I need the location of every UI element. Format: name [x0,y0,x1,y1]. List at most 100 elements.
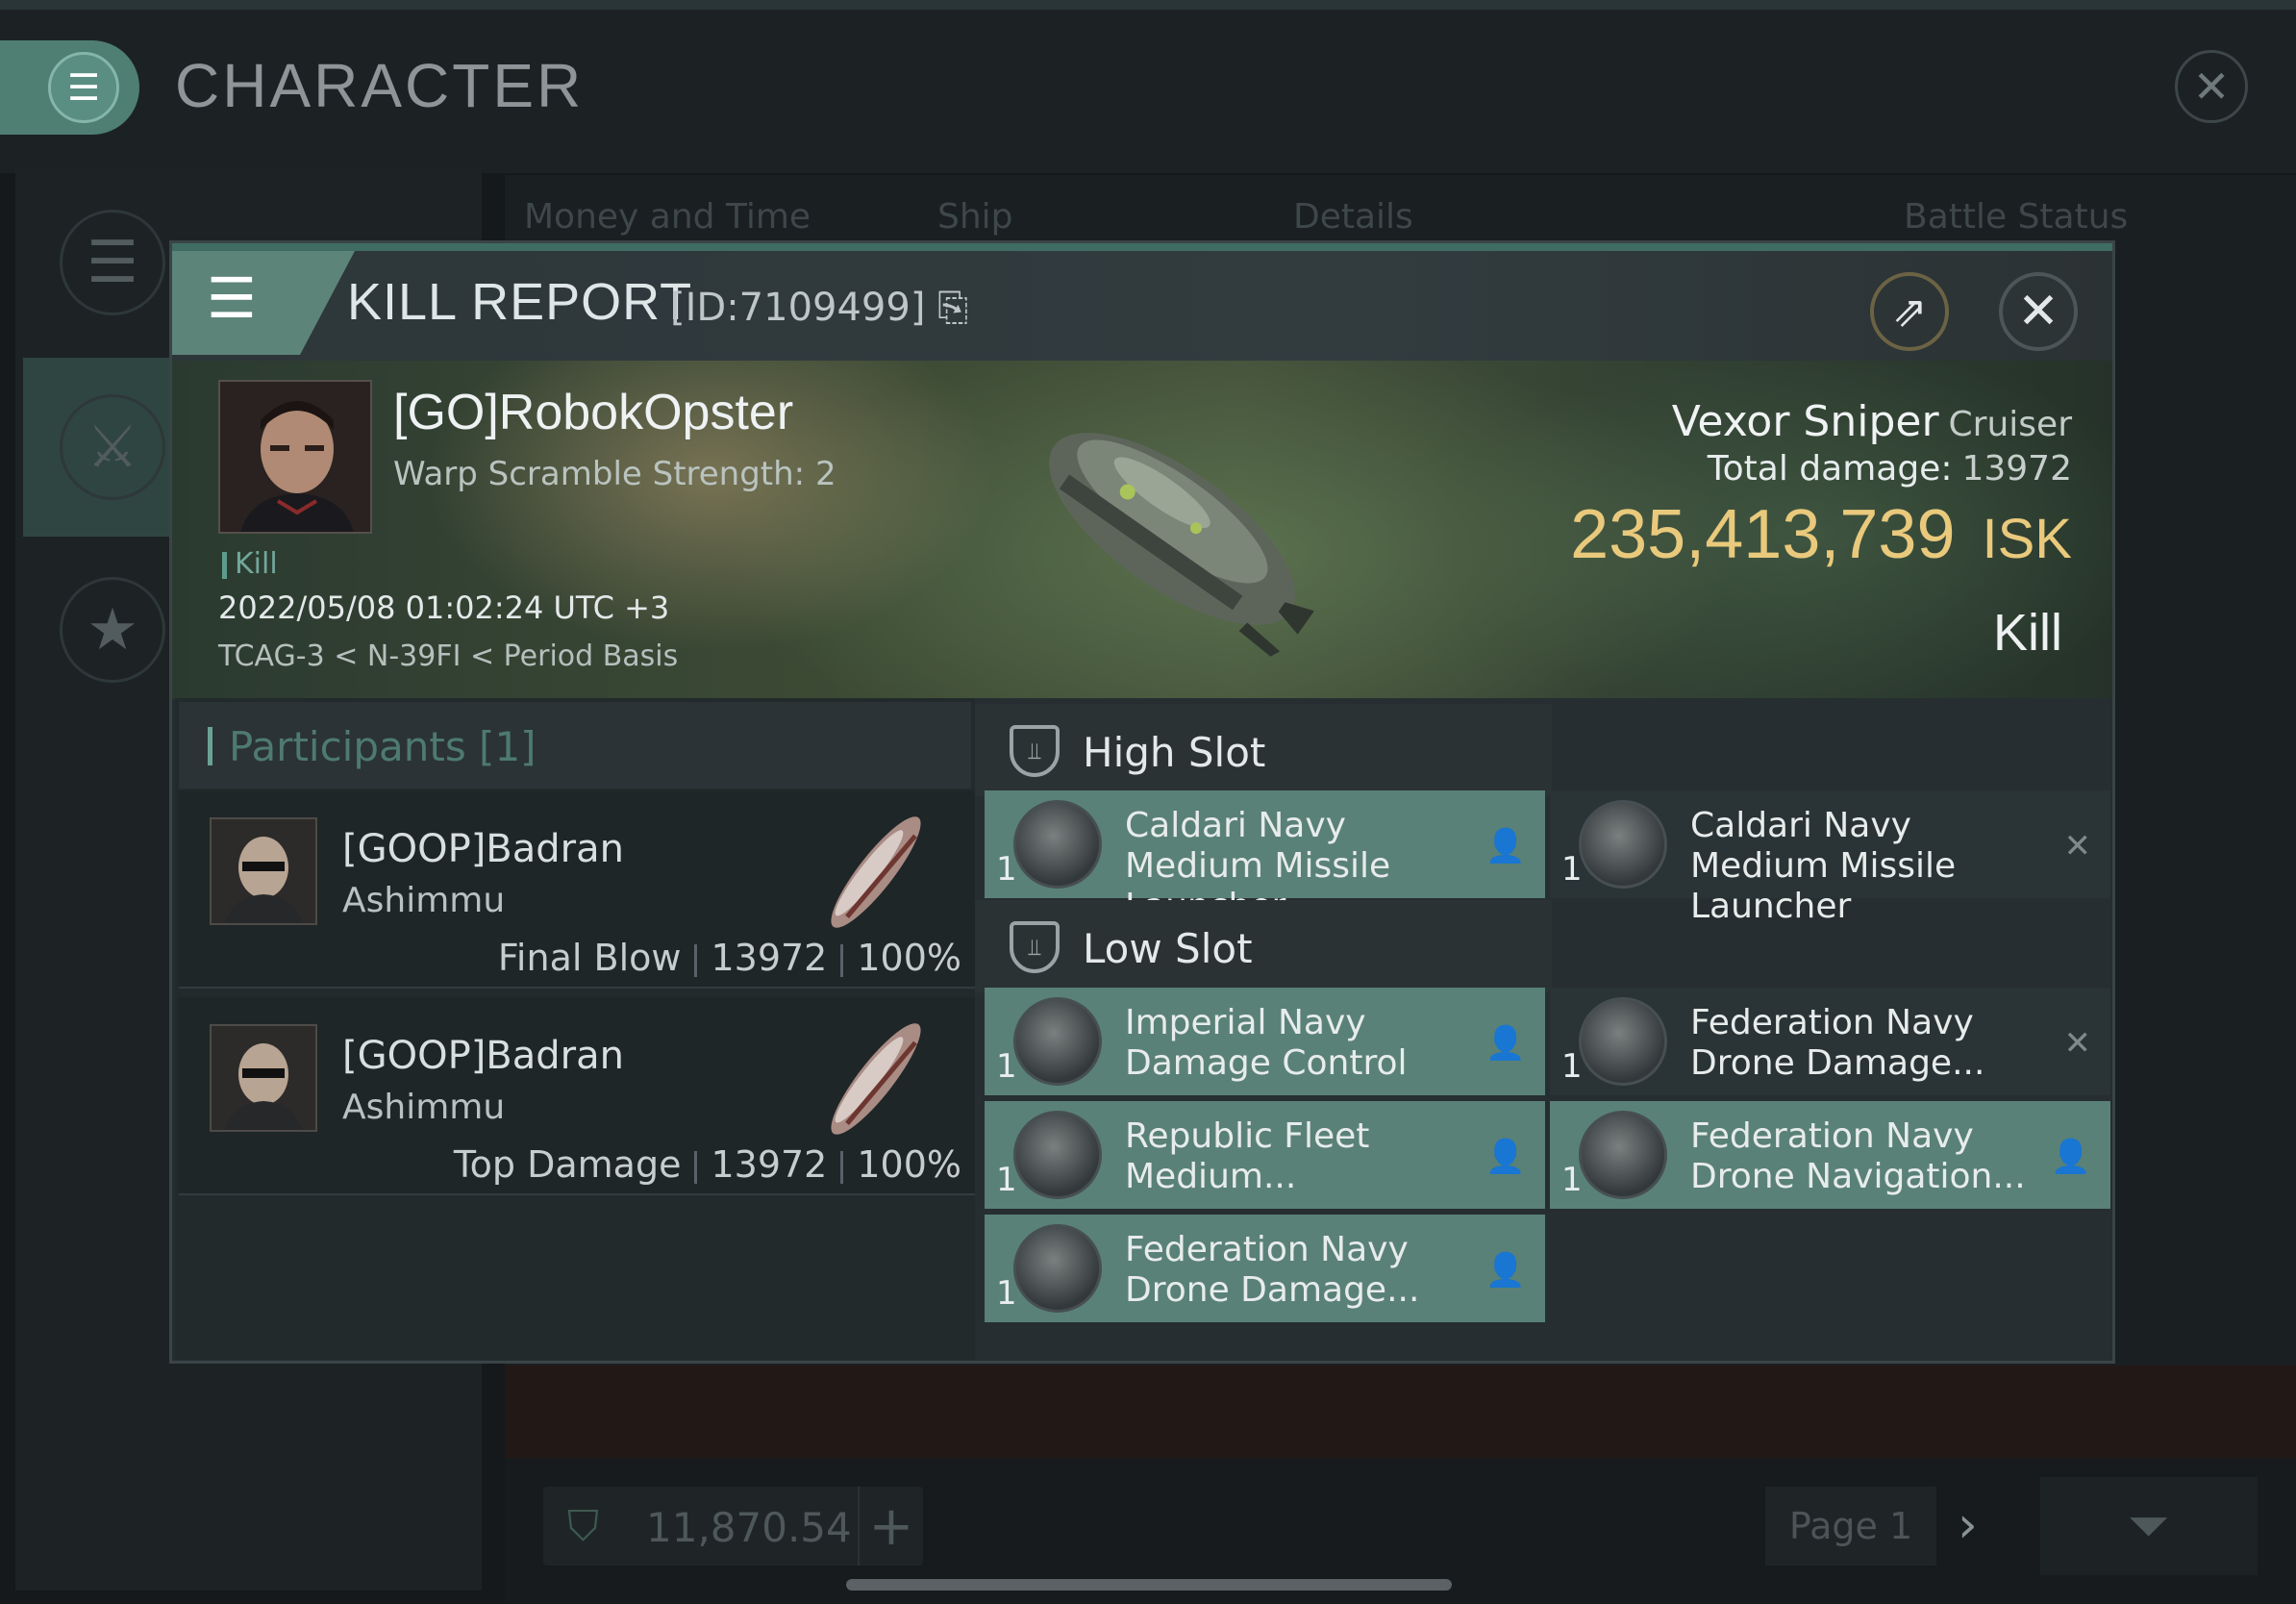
col-battle-status[interactable]: Battle Status [1904,197,2128,237]
total-damage: Total damage: 13972 [1708,449,2072,489]
high-slot-icon: ⫫ [1010,725,1060,777]
participant-name[interactable]: [GOOP]Badran [342,827,624,871]
missile-launcher-icon [1013,800,1102,889]
close-icon: ✕ [2017,283,2059,340]
total-damage-value: 13972 [1961,449,2072,489]
star-badge-icon[interactable]: ★ [60,577,165,683]
item-name: Federation Navy Drone Navigation... [1690,1116,2026,1196]
fitted-item[interactable]: 1 Republic Fleet Medium... 👤 [985,1101,1545,1209]
item-name: Imperial Navy Damage Control [1125,1003,1408,1083]
kill-id[interactable]: [ID:7109499] ⎘ [670,286,968,330]
column-headers: Money and Time Ship Details Battle Statu… [524,197,2216,245]
item-quantity: 1 [996,1274,1017,1313]
victim-banner: [GO]RobokOpster Warp Scramble Strength: … [172,361,2112,699]
person-icon: 👤 [1485,1024,1526,1063]
participant-ship-image [804,800,948,944]
fitted-item[interactable]: 1 Federation Navy Drone Navigation... 👤 [1550,1101,2110,1209]
item-quantity: 1 [1561,1161,1583,1199]
close-button[interactable]: ✕ [1999,272,2078,351]
fitted-item[interactable]: 1 Imperial Navy Damage Control 👤 [985,988,1545,1095]
app-title: CHARACTER [175,51,585,120]
home-indicator[interactable] [846,1579,1452,1591]
list-icon[interactable]: ☰ [60,210,165,315]
participants-accent [208,727,212,765]
low-slot-header: ⫫ Low Slot [975,900,1552,992]
participant-percent: 100% [857,1143,961,1186]
col-details[interactable]: Details [1293,197,1413,237]
participant-stats: Final Blow 13972 100% [498,937,961,979]
wallet-value: 11,870.54 [646,1504,852,1551]
add-funds-button[interactable]: + [858,1487,923,1566]
isk-unit: ISK [1982,508,2073,570]
item-name: Federation Navy Drone Damage... [1125,1230,1420,1310]
armor-repairer-icon [1013,1111,1102,1199]
next-page-icon[interactable]: › [1958,1496,1978,1554]
victim-portrait[interactable] [218,380,372,534]
item-name: Federation Navy Drone Damage... [1690,1003,1985,1083]
participant-ship: Ashimmu [342,881,506,920]
dropped-item[interactable]: 1 Caldari Navy Medium Missile Launcher ✕ [1550,790,2110,926]
missile-launcher-icon [1579,800,1667,889]
filter-button[interactable]: ⏷ [2040,1477,2258,1575]
result-label: Kill [1992,604,2062,662]
person-icon: 👤 [2050,1138,2091,1176]
kill-datetime: 2022/05/08 01:02:24 UTC +3 [218,589,670,626]
person-icon: 👤 [1485,827,1526,865]
destroyed-icon: ✕ [2063,827,2092,865]
participant-percent: 100% [857,937,961,979]
col-money-time[interactable]: Money and Time [524,197,811,237]
participant-row[interactable]: [GOOP]Badran Ashimmu Final Blow 13972 100% [179,790,975,989]
participant-damage: 13972 [711,937,828,979]
app-close-button[interactable]: ✕ [2175,50,2248,123]
isk-value: 235,413,739 ISK [1570,495,2072,574]
kill-tag-label: Kill [235,547,278,581]
ship-class: Cruiser [1948,405,2072,444]
participant-portrait[interactable] [210,1024,317,1132]
participant-role: Final Blow [497,937,682,979]
low-slot-icon: ⫫ [1010,921,1060,973]
participant-name[interactable]: [GOOP]Badran [342,1034,624,1078]
copy-icon[interactable]: ⎘ [937,286,968,330]
fitted-item[interactable]: 1 Caldari Navy Medium Missile Launcher 👤 [985,790,1545,926]
dropped-item[interactable]: 1 Federation Navy Drone Damage... ✕ [1550,988,2110,1095]
top-strip [0,0,2296,10]
low-slot-title: Low Slot [1083,925,1253,972]
kill-location[interactable]: TCAG-3 < N-39FI < Period Basis [218,639,678,673]
item-quantity: 1 [1561,1047,1583,1086]
ship-name-text: Vexor Sniper [1671,397,1939,446]
col-ship[interactable]: Ship [937,197,1013,237]
high-slot-header: ⫫ High Slot [975,704,1552,796]
participant-ship-image [804,1007,948,1151]
hamburger-icon: ☰ [48,52,119,123]
participants-title: Participants [1] [229,723,537,770]
external-link-icon: ⇗ [1891,287,1928,337]
person-icon: 👤 [1485,1138,1526,1176]
modal-title: KILL REPORT [347,273,693,331]
item-quantity: 1 [996,850,1017,889]
person-icon: 👤 [1485,1251,1526,1290]
participant-row[interactable]: [GOOP]Badran Ashimmu Top Damage 13972 100% [179,997,975,1195]
item-name: Caldari Navy Medium Missile Launcher [1690,806,1957,926]
page-indicator: Page 1 [1765,1487,1936,1566]
participant-portrait[interactable] [210,817,317,925]
damage-control-icon [1013,997,1102,1086]
item-quantity: 1 [1561,850,1583,889]
warp-scramble-strength: Warp Scramble Strength: 2 [393,455,836,493]
ship-image[interactable] [999,370,1345,688]
item-name: Republic Fleet Medium... [1125,1116,1370,1196]
ship-name[interactable]: Vexor Sniper Cruiser [1672,397,2072,446]
victim-name[interactable]: [GO]RobokOpster [393,384,793,441]
high-slot-title: High Slot [1083,729,1266,776]
crossed-swords-icon[interactable]: ⚔ [60,394,165,500]
kill-id-text: [ID:7109499] [670,286,926,330]
main-menu-button[interactable]: ☰ [0,40,139,135]
list-row-strip [505,1366,2296,1458]
filter-icon: ⏷ [2128,1495,2170,1556]
fitted-item[interactable]: 1 Federation Navy Drone Damage... 👤 [985,1215,1545,1322]
share-button[interactable]: ⇗ [1870,272,1949,351]
participant-ship: Ashimmu [342,1088,506,1127]
drone-upgrade-icon [1013,1224,1102,1313]
wallet-icon: ⛉ [567,1502,599,1551]
hamburger-icon: ☰ [207,265,257,331]
destroyed-icon: ✕ [2063,1024,2092,1063]
